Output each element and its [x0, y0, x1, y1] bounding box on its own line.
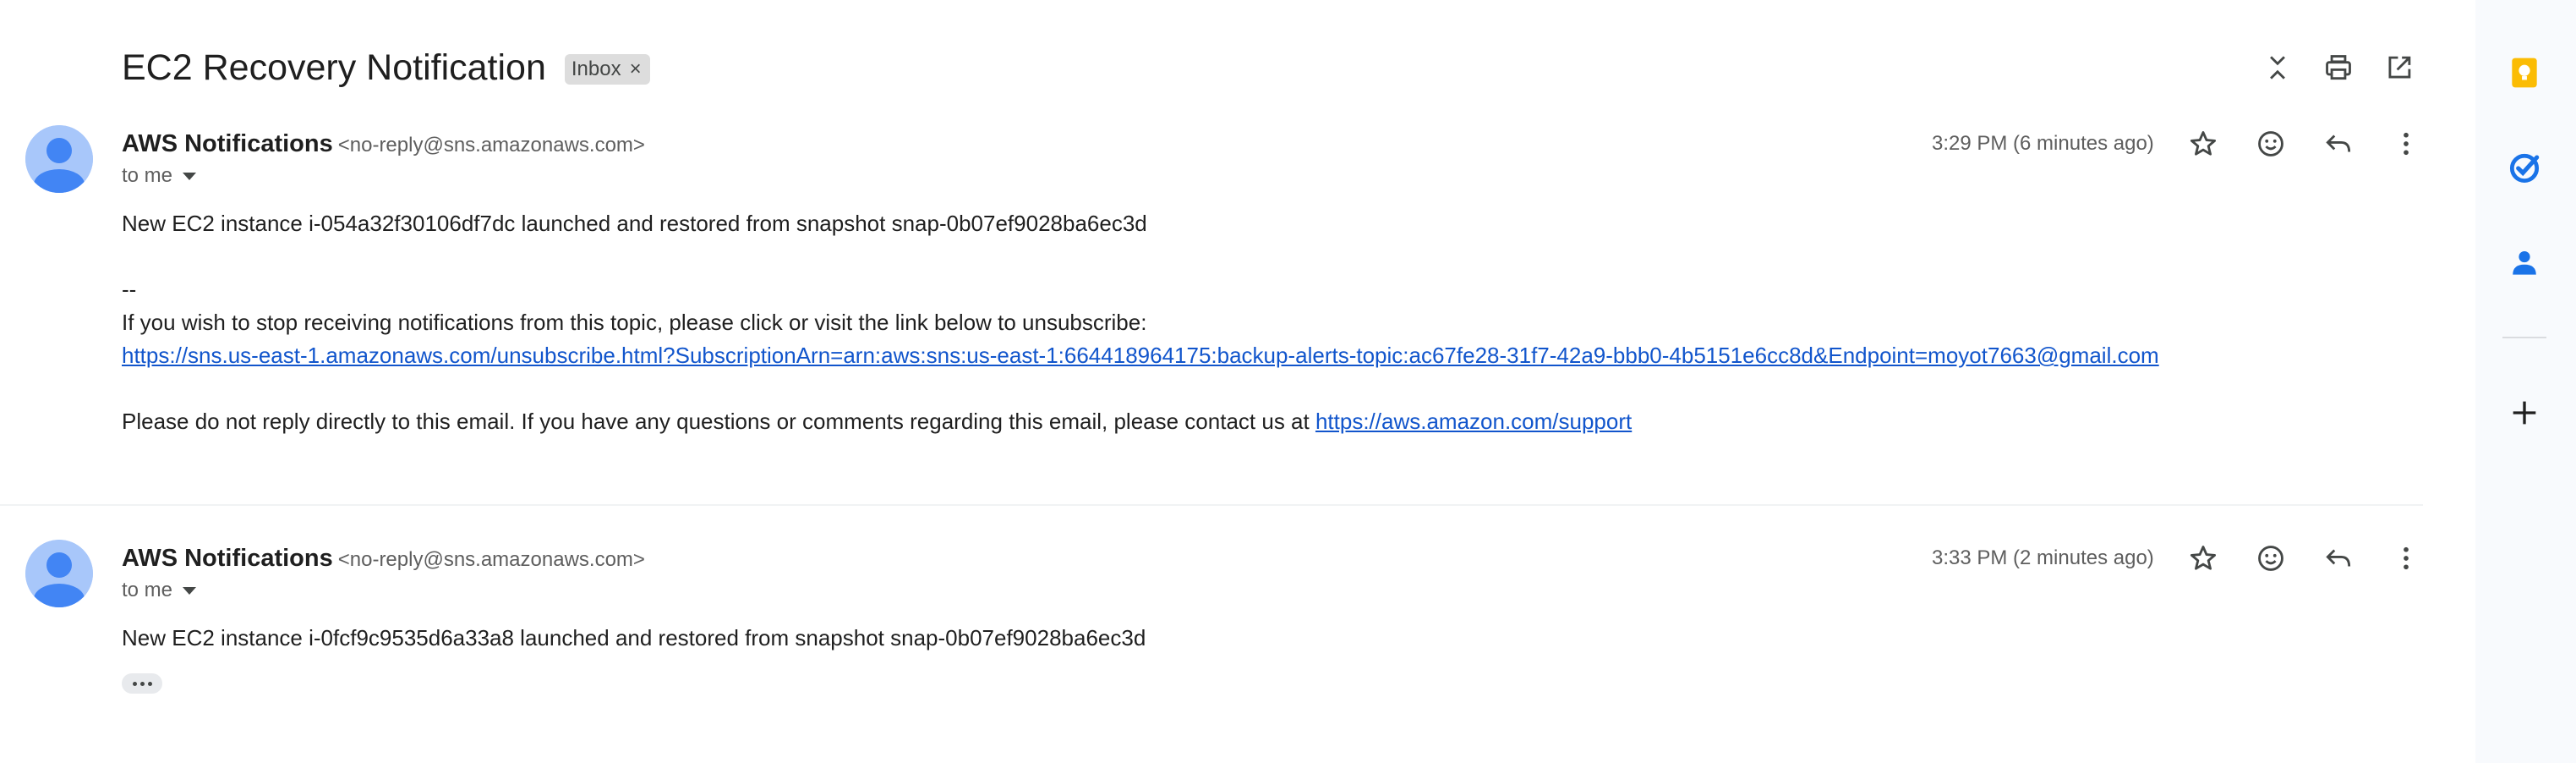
star-icon[interactable]	[2185, 125, 2222, 162]
chevron-down-icon	[183, 172, 197, 180]
reply-icon[interactable]	[2320, 540, 2357, 577]
unsubscribe-line: https://sns.us-east-1.amazonaws.com/unsu…	[122, 339, 2159, 372]
avatar[interactable]	[25, 540, 93, 607]
unsubscribe-link[interactable]: https://sns.us-east-1.amazonaws.com/unsu…	[122, 343, 2159, 368]
star-icon[interactable]	[2185, 540, 2222, 577]
close-icon[interactable]: ×	[630, 58, 642, 81]
emoji-reaction-icon[interactable]	[2252, 540, 2289, 577]
sender-email: <no-reply@sns.amazonaws.com>	[337, 548, 645, 571]
sender-line: AWS Notifications <no-reply@sns.amazonaws…	[122, 127, 645, 162]
collapse-all-icon[interactable]	[2259, 49, 2296, 86]
support-link[interactable]: https://aws.amazon.com/support	[1315, 409, 1632, 434]
recipient-text: to me	[122, 164, 173, 187]
message-divider	[0, 504, 2423, 506]
signature-separator: --	[122, 277, 137, 302]
message-time: 3:33 PM (2 minutes ago)	[1932, 546, 2154, 569]
message-body: New EC2 instance i-0fcf9c9535d6a33a8 lau…	[122, 625, 1146, 650]
message-body: New EC2 instance i-054a32f30106df7dc lau…	[122, 211, 1147, 236]
keep-icon[interactable]	[2502, 51, 2546, 95]
subject-row: EC2 Recovery Notification Inbox ×	[122, 44, 650, 91]
dot	[147, 681, 152, 686]
add-icon[interactable]	[2502, 391, 2546, 435]
sender-name[interactable]: AWS Notifications	[122, 545, 333, 572]
label-chip-inbox[interactable]: Inbox ×	[564, 54, 650, 85]
noreply-line: Please do not reply directly to this ema…	[122, 405, 1632, 438]
subject-title: EC2 Recovery Notification	[122, 47, 546, 88]
noreply-text: Please do not reply directly to this ema…	[122, 409, 1315, 434]
thread-toolbar	[2259, 49, 2418, 86]
print-icon[interactable]	[2320, 49, 2357, 86]
avatar[interactable]	[25, 125, 93, 193]
show-trimmed-content-button[interactable]	[122, 673, 162, 694]
message-view: EC2 Recovery Notification Inbox × AWS No…	[0, 0, 2475, 763]
recipient-toggle[interactable]: to me	[122, 579, 197, 602]
sender-line: AWS Notifications <no-reply@sns.amazonaws…	[122, 541, 645, 577]
dot	[132, 681, 137, 686]
message-actions	[2185, 540, 2425, 577]
recipient-toggle[interactable]: to me	[122, 164, 197, 188]
dot	[139, 681, 145, 686]
unsubscribe-text: If you wish to stop receiving notificati…	[122, 310, 1147, 335]
more-options-icon[interactable]	[2387, 125, 2425, 162]
side-panel	[2475, 0, 2576, 763]
emoji-reaction-icon[interactable]	[2252, 125, 2289, 162]
chevron-down-icon	[183, 586, 197, 595]
label-chip-text: Inbox	[571, 58, 621, 80]
sender-name[interactable]: AWS Notifications	[122, 130, 333, 157]
recipient-text: to me	[122, 579, 173, 601]
sender-email: <no-reply@sns.amazonaws.com>	[337, 134, 645, 156]
side-panel-divider	[2502, 337, 2546, 338]
message-actions	[2185, 125, 2425, 162]
message-time: 3:29 PM (6 minutes ago)	[1932, 132, 2154, 155]
tasks-icon[interactable]	[2502, 145, 2546, 189]
more-options-icon[interactable]	[2387, 540, 2425, 577]
reply-icon[interactable]	[2320, 125, 2357, 162]
open-in-new-window-icon[interactable]	[2381, 49, 2418, 86]
contacts-icon[interactable]	[2502, 240, 2546, 284]
